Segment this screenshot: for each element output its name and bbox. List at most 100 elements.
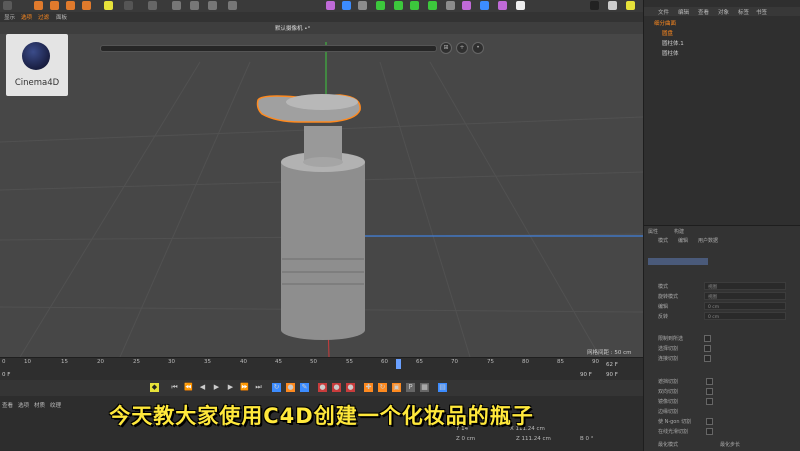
attr-check2-6[interactable] [706, 428, 713, 435]
object-row-cylinder-1[interactable]: 圆柱体.1 [662, 39, 684, 47]
grid-toggle-button[interactable]: ⊞ [440, 42, 452, 54]
nurbs-icon[interactable] [358, 1, 367, 10]
camera-icon[interactable] [498, 1, 507, 10]
frame-start[interactable]: 0 F [2, 372, 10, 378]
zoom-in-button[interactable]: + [456, 42, 468, 54]
record-icon[interactable]: ● [318, 383, 327, 392]
object-row-cylinder[interactable]: 圆柱体 [662, 49, 679, 57]
attr-check-3[interactable] [704, 355, 711, 362]
field-icon[interactable] [462, 1, 471, 10]
pen-spline-icon[interactable] [342, 1, 351, 10]
menu-panel[interactable]: 面板 [56, 13, 67, 21]
om-tags[interactable]: 标签 [738, 8, 749, 16]
next-key-icon[interactable]: ⏩ [240, 383, 249, 392]
current-frame[interactable]: 62 F [606, 362, 618, 368]
frame-end[interactable]: 90 F [580, 372, 592, 378]
attr-row-rotate-field[interactable]: 视图 [704, 292, 786, 300]
keyframe-mode-icon[interactable]: ◆ [150, 383, 159, 392]
attr-check-1[interactable] [704, 335, 711, 342]
axis-z-icon[interactable] [208, 1, 217, 10]
coord-z2[interactable]: Z 111.24 cm [516, 436, 551, 442]
array-icon[interactable] [394, 1, 403, 10]
menu-filter[interactable]: 过滤 [38, 13, 49, 21]
attr-subtab-userdata[interactable]: 用户数据 [698, 237, 718, 244]
next-frame-icon[interactable]: ▶ [226, 383, 235, 392]
tick-55: 55 [346, 359, 353, 365]
scene-icon[interactable] [446, 1, 455, 10]
attr-tab-build[interactable]: 构建 [674, 228, 684, 235]
gear-icon[interactable] [626, 1, 635, 10]
attr-row-edit-field[interactable]: 0 cm [704, 302, 786, 310]
deformer-icon[interactable] [410, 1, 419, 10]
subdivision-icon[interactable] [376, 1, 385, 10]
om-edit[interactable]: 编辑 [678, 8, 689, 16]
attr-check2-label-5: 使 N-gon 切割 [658, 419, 692, 425]
attr-check2-2[interactable] [706, 388, 713, 395]
scale-icon[interactable] [66, 1, 75, 10]
live-selection-icon[interactable] [34, 1, 43, 10]
attr-row-mode-field[interactable]: 视图 [704, 282, 786, 290]
rotate-icon[interactable] [82, 1, 91, 10]
attr-mode-buttons[interactable] [648, 258, 708, 265]
viewport-slider[interactable] [100, 45, 437, 52]
record-rot-icon[interactable]: ● [346, 383, 355, 392]
attr-subtab-edit[interactable]: 编辑 [678, 237, 688, 244]
frame-end-2[interactable]: 90 F [606, 372, 618, 378]
render-settings-icon[interactable] [148, 1, 157, 10]
world-axis-icon[interactable] [228, 1, 237, 10]
record-key-icon[interactable]: ● [286, 383, 295, 392]
coord-z[interactable]: Z 0 cm [456, 436, 475, 442]
auto-key-icon[interactable]: ✎ [300, 383, 309, 392]
record-pos-icon[interactable]: ● [332, 383, 341, 392]
play-icon[interactable]: ▶ [212, 383, 221, 392]
move-icon[interactable] [50, 1, 59, 10]
param-key-icon[interactable]: P [406, 383, 415, 392]
position-key-icon[interactable]: ✚ [364, 383, 373, 392]
attr-tab-attributes[interactable]: 属性 [648, 228, 658, 235]
om-file[interactable]: 文件 [658, 8, 669, 16]
loop-icon[interactable]: ↻ [272, 383, 281, 392]
om-object[interactable]: 对象 [718, 8, 729, 16]
axis-y-icon[interactable] [190, 1, 199, 10]
attr-check-2[interactable] [704, 345, 711, 352]
lock-icon[interactable] [608, 1, 617, 10]
light-icon[interactable] [516, 1, 525, 10]
snap-icon[interactable] [590, 1, 599, 10]
attr-subtab-mode[interactable]: 模式 [658, 237, 668, 244]
rotation-key-icon[interactable]: ↻ [378, 383, 387, 392]
timeline[interactable]: 0 10 15 20 25 30 35 40 45 50 55 60 65 70… [0, 357, 643, 381]
menu-display[interactable]: 显示 [4, 13, 15, 21]
render-icon[interactable] [124, 1, 133, 10]
tick-20: 20 [97, 359, 104, 365]
object-row-disc[interactable]: 圆盘 [662, 29, 673, 37]
camera-label[interactable]: 默认摄像机 •° [275, 24, 310, 32]
attr-check2-5[interactable] [706, 418, 713, 425]
3d-viewport[interactable]: 默认摄像机 •° ⊞ + • Cinema4D 网格间距 : 50 cm [0, 22, 643, 357]
attr-row-invert-field[interactable]: 0 cm [704, 312, 786, 320]
tick-85: 85 [557, 359, 564, 365]
prev-frame-icon[interactable]: ◀ [198, 383, 207, 392]
timeline-playhead[interactable] [396, 359, 401, 369]
object-row-subdivision[interactable]: 细分曲面 [654, 19, 676, 27]
pla-key-icon[interactable]: ▦ [420, 383, 429, 392]
cinema4d-logo: Cinema4D [6, 34, 68, 96]
mograph-icon[interactable] [428, 1, 437, 10]
cube-object-icon[interactable] [326, 1, 335, 10]
attr-check2-1[interactable] [706, 378, 713, 385]
undo-icon[interactable] [3, 1, 12, 10]
floor-grid-icon[interactable] [480, 1, 489, 10]
attr-check2-3[interactable] [706, 398, 713, 405]
om-view[interactable]: 查看 [698, 8, 709, 16]
om-bookmarks[interactable]: 书签 [756, 8, 767, 16]
menu-options[interactable]: 选项 [21, 13, 32, 21]
scale-key-icon[interactable]: ▣ [392, 383, 401, 392]
object-manager: 文件 编辑 查看 对象 标签 书签 细分曲面 圆盘 圆柱体.1 圆柱体 [643, 0, 800, 225]
timeline-settings-icon[interactable]: ▤ [438, 383, 447, 392]
go-end-icon[interactable]: ⏭ [254, 383, 263, 392]
axis-x-icon[interactable] [172, 1, 181, 10]
coord-b[interactable]: B 0 ° [580, 436, 594, 442]
coordinate-icon[interactable] [104, 1, 113, 10]
go-start-icon[interactable]: ⏮ [170, 383, 179, 392]
prev-key-icon[interactable]: ⏪ [184, 383, 193, 392]
dots-button[interactable]: • [472, 42, 484, 54]
